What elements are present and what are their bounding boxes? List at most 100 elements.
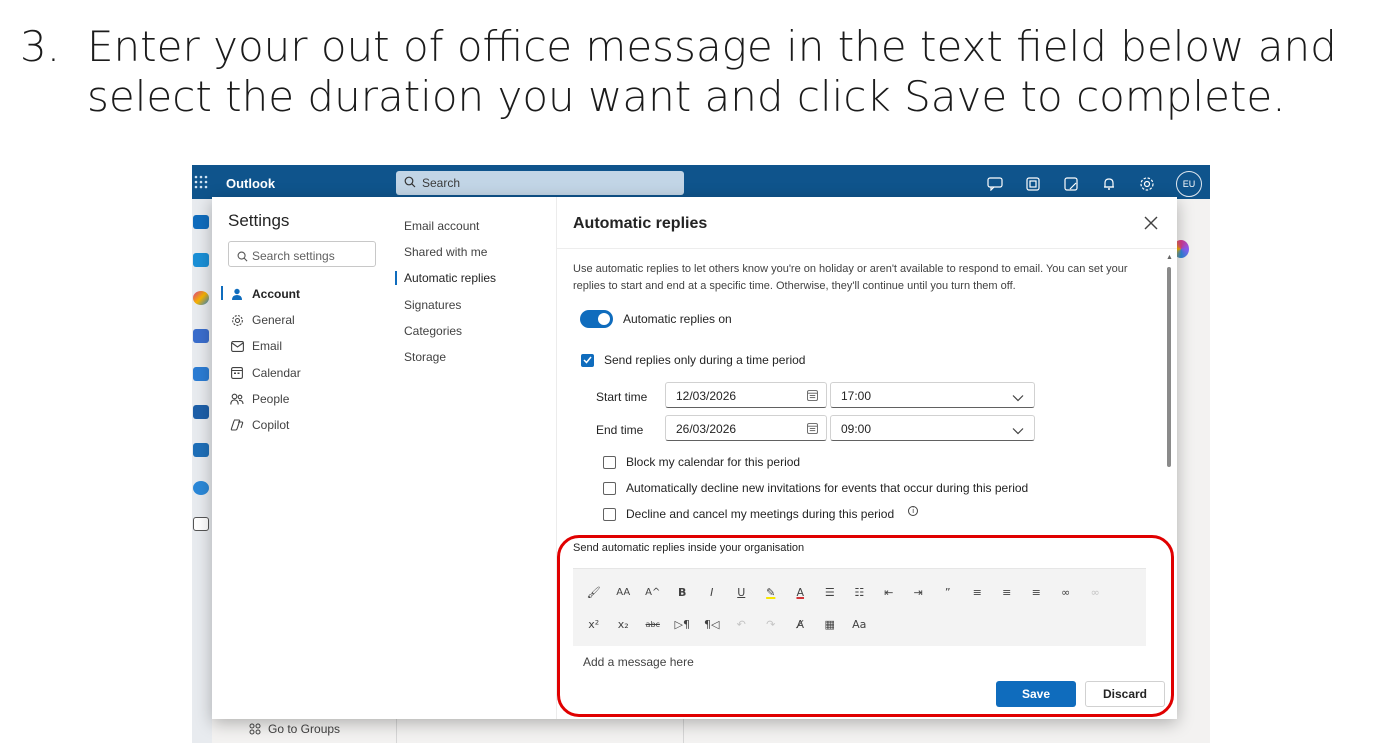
table-icon[interactable]: ▦ (815, 613, 845, 635)
automatic-replies-toggle-row[interactable]: Automatic replies on (580, 310, 732, 328)
category-email[interactable]: Email (220, 333, 388, 359)
category-copilot[interactable]: Copilot (220, 412, 388, 438)
subnav-shared-with-me[interactable]: Shared with me (392, 239, 557, 265)
block-calendar-option[interactable]: Block my calendar for this period (603, 455, 800, 469)
category-people[interactable]: People (220, 386, 388, 412)
subnav-label: Email account (404, 219, 480, 234)
calendar-icon[interactable] (807, 423, 818, 434)
decline-invitations-option[interactable]: Automatically decline new invitations fo… (603, 481, 1028, 495)
subnav-categories[interactable]: Categories (392, 318, 557, 344)
align-right-icon[interactable]: ≡ (1022, 581, 1052, 603)
category-general[interactable]: General (220, 307, 388, 333)
cancel-meetings-checkbox[interactable] (603, 507, 616, 521)
calendar-icon (230, 366, 244, 380)
format-painter-icon[interactable]: 🖌 (579, 581, 609, 603)
formatting-toolbar: 🖌 AA A^ B I U ✎ A ☰ ☷ ⇤ ⇥” ≡ ≡ ≡ ∞ ∞ x² x₂ abc ▷¶ ¶◁ ↶ ↷ A̸ ▦ Aa (573, 569, 1146, 646)
settings-dialog: Settings Search settings Account General… (212, 197, 1177, 719)
bell-icon[interactable] (1100, 175, 1118, 193)
end-date-field[interactable]: 26/03/2026 (665, 415, 827, 441)
app-launcher-icon[interactable] (194, 175, 208, 189)
decrease-indent-icon[interactable]: ⇤ (874, 581, 904, 603)
rtl-icon[interactable]: ¶◁ (697, 613, 727, 635)
brand-name[interactable]: Outlook (226, 176, 275, 191)
category-label: Copilot (252, 418, 290, 433)
avatar[interactable]: EU (1176, 171, 1202, 197)
gear-icon[interactable] (1138, 175, 1156, 193)
todo-app-icon[interactable] (193, 367, 209, 381)
link-icon[interactable]: ∞ (1051, 581, 1081, 603)
end-time-dropdown[interactable]: 09:00 (830, 415, 1035, 441)
start-time-dropdown[interactable]: 17:00 (830, 382, 1035, 408)
font-size-icon[interactable]: AA (609, 581, 639, 603)
font-color-icon[interactable]: A (786, 581, 816, 603)
inside-org-label: Send automatic replies inside your organ… (573, 542, 805, 554)
highlight-icon[interactable]: ✎ (756, 581, 786, 603)
decline-invitations-checkbox[interactable] (603, 481, 616, 495)
clear-format-icon[interactable]: A̸ (786, 613, 816, 635)
automatic-replies-toggle[interactable] (580, 310, 613, 328)
unlink-icon[interactable]: ∞ (1081, 581, 1111, 603)
subnav-email-account[interactable]: Email account (392, 213, 557, 239)
copilot-icon (230, 418, 244, 432)
settings-search-input[interactable]: Search settings (228, 241, 376, 267)
subnav-storage[interactable]: Storage (392, 344, 557, 370)
info-icon[interactable]: i (908, 506, 919, 516)
teams-chat-icon[interactable] (986, 175, 1004, 193)
category-calendar[interactable]: Calendar (220, 360, 388, 386)
bold-icon[interactable]: B (668, 581, 698, 603)
category-account[interactable]: Account (220, 281, 388, 307)
people-app-icon[interactable] (193, 329, 209, 343)
subnav-automatic-replies[interactable]: Automatic replies (392, 265, 557, 291)
increase-indent-icon[interactable]: ⇥ (904, 581, 934, 603)
time-period-option[interactable]: Send replies only during a time period (581, 353, 805, 367)
onedrive-app-icon[interactable] (193, 481, 209, 495)
subscript-icon[interactable]: x₂ (609, 613, 639, 635)
underline-icon[interactable]: U (727, 581, 757, 603)
more-apps-icon[interactable] (193, 517, 209, 531)
description-text: Use automatic replies to let others know… (573, 263, 1128, 292)
header-divider (557, 248, 1177, 249)
subnav-label: Automatic replies (404, 271, 497, 286)
block-calendar-checkbox[interactable] (603, 455, 616, 469)
office-icon[interactable] (1024, 175, 1042, 193)
subnav-label: Signatures (404, 297, 462, 312)
bullets-icon[interactable]: ☰ (815, 581, 845, 603)
instruction-text: 3. Enter your out of office message in t… (20, 22, 1360, 122)
styles-icon[interactable]: Aa (845, 613, 875, 635)
time-period-checkbox[interactable] (581, 353, 594, 367)
undo-icon[interactable]: ↶ (727, 613, 757, 635)
go-to-groups-link[interactable]: Go to Groups (248, 722, 340, 736)
org-app-icon[interactable] (193, 443, 209, 457)
italic-icon[interactable]: I (697, 581, 727, 603)
search-icon (237, 249, 248, 262)
search-box[interactable]: Search (396, 171, 684, 195)
word-app-icon[interactable] (193, 405, 209, 419)
subnav-label: Categories (404, 323, 463, 338)
ltr-icon[interactable]: ▷¶ (668, 613, 698, 635)
start-date-field[interactable]: 12/03/2026 (665, 382, 827, 408)
calendar-app-icon[interactable] (193, 253, 209, 267)
save-button[interactable]: Save (996, 681, 1076, 707)
strikethrough-icon[interactable]: abc (638, 613, 668, 635)
notes-icon[interactable] (1062, 175, 1080, 193)
quote-icon[interactable]: ” (933, 581, 963, 603)
scrollbar[interactable] (1167, 267, 1171, 467)
pane-title: Automatic replies (573, 215, 708, 232)
message-input[interactable]: Add a message here (583, 655, 694, 669)
redo-icon[interactable]: ↷ (756, 613, 786, 635)
calendar-icon[interactable] (807, 390, 818, 401)
subnav-signatures[interactable]: Signatures (392, 292, 557, 318)
discard-button[interactable]: Discard (1085, 681, 1165, 707)
scroll-up-arrow[interactable]: ▲ (1166, 254, 1173, 261)
increase-font-icon[interactable]: A^ (638, 581, 668, 603)
align-center-icon[interactable]: ≡ (992, 581, 1022, 603)
mail-app-icon[interactable] (193, 215, 209, 229)
numbering-icon[interactable]: ☷ (845, 581, 875, 603)
align-left-icon[interactable]: ≡ (963, 581, 993, 603)
copilot-app-icon[interactable] (193, 291, 209, 305)
cancel-meetings-option[interactable]: Decline and cancel my meetings during th… (603, 506, 919, 521)
close-icon[interactable] (1141, 213, 1161, 233)
option-label: Automatically decline new invitations fo… (626, 481, 1029, 495)
subnav-label: Storage (404, 350, 447, 365)
superscript-icon[interactable]: x² (579, 613, 609, 635)
